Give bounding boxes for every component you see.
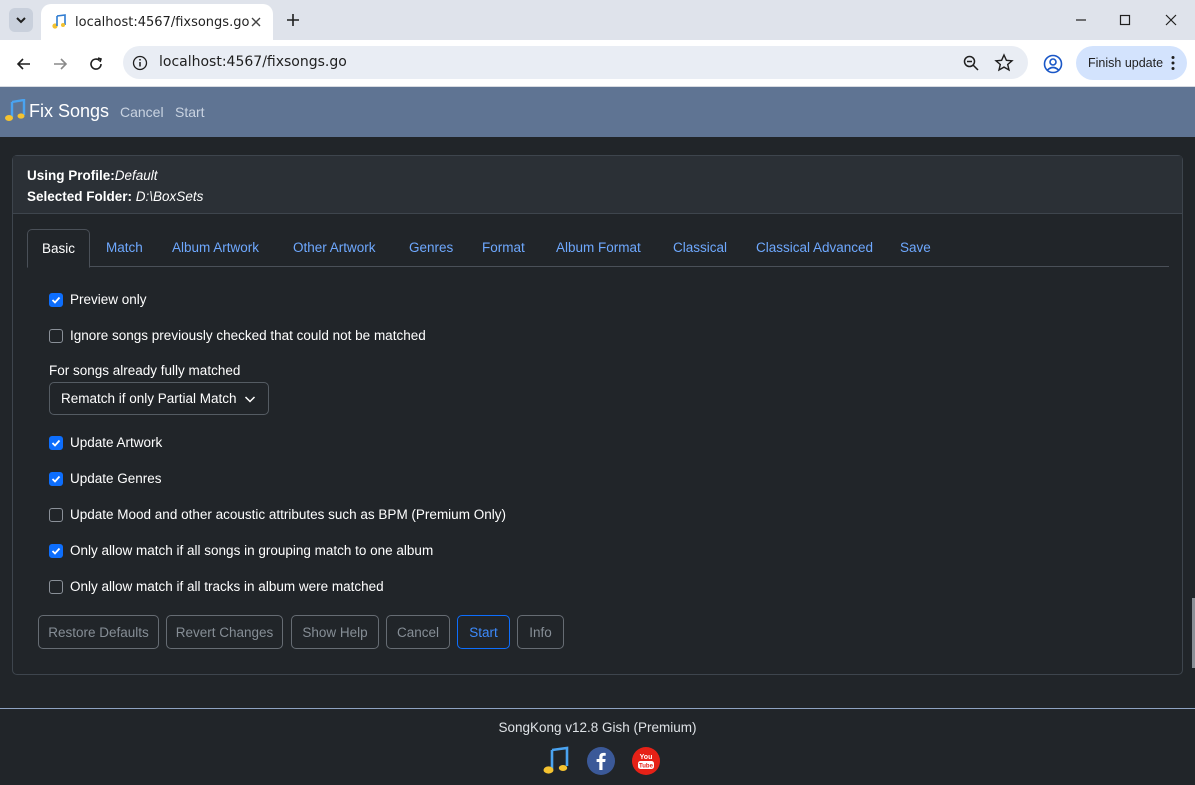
- revert-changes-button[interactable]: Revert Changes: [166, 615, 283, 649]
- one-album-label: Only allow match if all songs in groupin…: [70, 543, 434, 558]
- fix-songs-card: Using Profile:Default Selected Folder: D…: [12, 155, 1183, 675]
- update-mood-checkbox[interactable]: [49, 507, 63, 522]
- brand-title: Fix Songs: [29, 100, 110, 121]
- finish-update-button[interactable]: Finish update: [1076, 46, 1187, 80]
- songkong-logo-icon[interactable]: [541, 746, 571, 776]
- chevron-down-icon: [16, 17, 26, 24]
- site-info-icon[interactable]: [131, 54, 149, 72]
- update-genres-checkbox[interactable]: [49, 471, 63, 486]
- ignore-songs-option[interactable]: Ignore songs previously checked that cou…: [49, 328, 426, 343]
- tab-album-format[interactable]: Album Format: [556, 229, 641, 267]
- nav-start-link[interactable]: Start: [175, 104, 205, 120]
- url-text: localhost:4567/fixsongs.go: [159, 54, 347, 70]
- browser-tabstrip: localhost:4567/fixsongs.go: [0, 0, 1195, 40]
- profile-value: Default: [114, 168, 158, 183]
- footer-divider: [0, 708, 1195, 709]
- tab-save[interactable]: Save: [900, 229, 931, 267]
- tab-other-artwork[interactable]: Other Artwork: [293, 229, 376, 267]
- preview-only-checkbox[interactable]: [49, 292, 63, 307]
- folder-label: Selected Folder:: [27, 189, 133, 204]
- one-album-option[interactable]: Only allow match if all songs in groupin…: [49, 543, 433, 558]
- tab-album-artwork[interactable]: Album Artwork: [172, 229, 259, 267]
- tab-classical[interactable]: Classical: [673, 229, 727, 267]
- show-help-button[interactable]: Show Help: [291, 615, 379, 649]
- youtube-icon[interactable]: You Tube: [631, 746, 661, 776]
- new-tab-icon[interactable]: [283, 10, 303, 30]
- cancel-button[interactable]: Cancel: [386, 615, 450, 649]
- close-window-icon[interactable]: [1161, 10, 1181, 30]
- tab-match[interactable]: Match: [106, 229, 143, 267]
- all-tracks-label: Only allow match if all tracks in album …: [70, 579, 384, 594]
- chevron-down-icon: [244, 396, 256, 403]
- all-tracks-option[interactable]: Only allow match if all tracks in album …: [49, 579, 384, 594]
- music-note-favicon-icon: [52, 14, 66, 29]
- profile-line: Using Profile:Default: [27, 165, 1168, 186]
- address-bar[interactable]: localhost:4567/fixsongs.go: [123, 46, 1028, 79]
- already-matched-select[interactable]: Rematch if only Partial Match: [49, 382, 269, 415]
- preview-only-label: Preview only: [70, 292, 147, 307]
- maximize-icon[interactable]: [1115, 10, 1135, 30]
- update-artwork-checkbox[interactable]: [49, 435, 63, 450]
- finish-update-label: Finish update: [1088, 56, 1164, 70]
- tab-basic[interactable]: Basic: [27, 229, 91, 268]
- tab-search-button[interactable]: [9, 8, 33, 32]
- facebook-icon[interactable]: [586, 746, 616, 776]
- tab-close-icon[interactable]: [248, 14, 264, 30]
- info-button[interactable]: Info: [517, 615, 564, 649]
- tab-classical-advanced[interactable]: Classical Advanced: [756, 229, 873, 267]
- browser-tab[interactable]: localhost:4567/fixsongs.go: [41, 4, 273, 40]
- update-genres-option[interactable]: Update Genres: [49, 471, 162, 486]
- app-navbar: Fix Songs Cancel Start: [0, 87, 1195, 137]
- folder-value: D:\BoxSets: [135, 189, 204, 204]
- all-tracks-checkbox[interactable]: [49, 579, 63, 594]
- update-mood-option[interactable]: Update Mood and other acoustic attribute…: [49, 507, 506, 522]
- zoom-icon[interactable]: [962, 54, 980, 72]
- footer-version: SongKong v12.8 Gish (Premium): [498, 720, 697, 735]
- ignore-songs-label: Ignore songs previously checked that cou…: [70, 328, 426, 343]
- songkong-logo-icon: [5, 99, 26, 121]
- already-matched-label: For songs already fully matched: [49, 363, 241, 378]
- restore-defaults-button[interactable]: Restore Defaults: [38, 615, 159, 649]
- forward-icon[interactable]: [48, 52, 72, 76]
- bookmark-star-icon[interactable]: [994, 53, 1014, 73]
- update-artwork-label: Update Artwork: [70, 435, 163, 450]
- tab-genres[interactable]: Genres: [409, 229, 453, 267]
- more-vert-icon: [1171, 56, 1175, 70]
- svg-text:Tube: Tube: [639, 764, 654, 770]
- tab-format[interactable]: Format: [482, 229, 525, 267]
- ignore-songs-checkbox[interactable]: [49, 328, 63, 343]
- profile-label: Using Profile:: [27, 168, 115, 183]
- update-mood-label: Update Mood and other acoustic attribute…: [70, 507, 506, 522]
- tab-title: localhost:4567/fixsongs.go: [75, 14, 250, 30]
- settings-tabs: Basic Match Album Artwork Other Artwork …: [27, 229, 1169, 268]
- one-album-checkbox[interactable]: [49, 543, 63, 558]
- nav-cancel-link[interactable]: Cancel: [120, 104, 164, 120]
- browser-toolbar: localhost:4567/fixsongs.go Finish update: [0, 40, 1195, 87]
- update-genres-label: Update Genres: [70, 471, 162, 486]
- brand[interactable]: Fix Songs: [3, 99, 109, 123]
- folder-line: Selected Folder: D:\BoxSets: [27, 186, 1168, 207]
- start-button[interactable]: Start: [457, 615, 510, 649]
- preview-only-option[interactable]: Preview only: [49, 292, 147, 307]
- back-icon[interactable]: [12, 52, 36, 76]
- profile-icon[interactable]: [1042, 53, 1064, 75]
- reload-icon[interactable]: [84, 52, 108, 76]
- update-artwork-option[interactable]: Update Artwork: [49, 435, 162, 450]
- already-matched-value: Rematch if only Partial Match: [61, 391, 237, 406]
- minimize-icon[interactable]: [1071, 10, 1091, 30]
- card-header: Using Profile:Default Selected Folder: D…: [13, 156, 1182, 214]
- svg-text:You: You: [640, 754, 653, 761]
